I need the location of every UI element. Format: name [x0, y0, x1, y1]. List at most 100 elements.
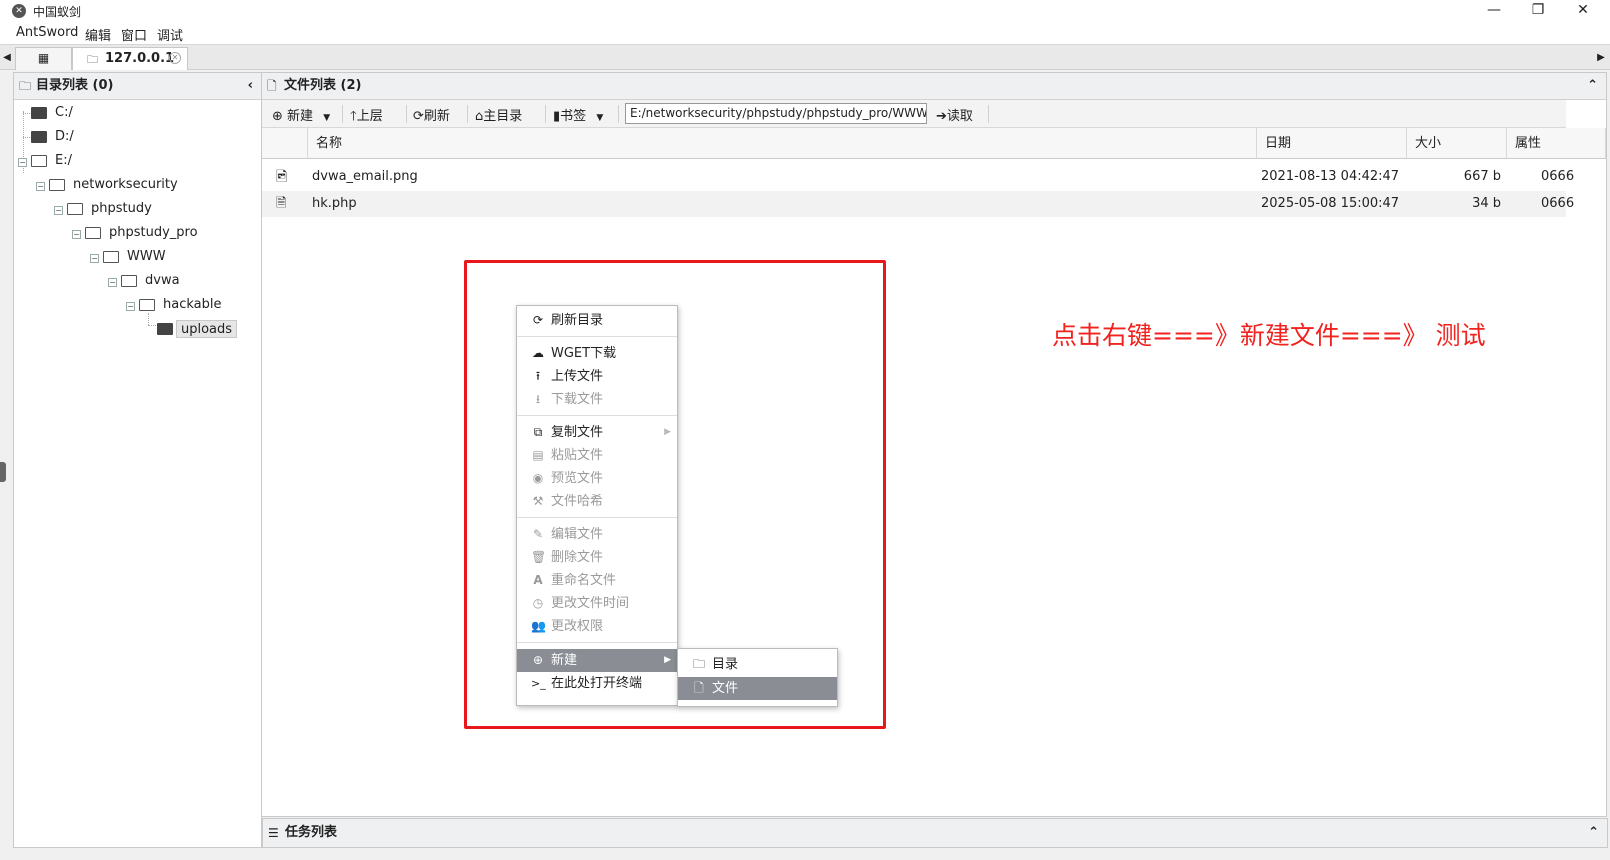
collapse-toggle-icon[interactable]: − — [108, 278, 117, 287]
tree-label: E:/ — [55, 153, 72, 168]
download-icon: ⭳ — [535, 392, 541, 406]
folder-icon — [31, 107, 47, 119]
expand-panel-icon[interactable]: ⌃ — [1588, 819, 1599, 847]
up-button[interactable]: 🡑上层 — [350, 105, 383, 129]
arrow-right-icon: ➔ — [936, 109, 947, 124]
caret-down-icon: ▼ — [596, 113, 604, 123]
menu-item-terminal[interactable]: >_ 在此处打开终端 — [517, 672, 677, 695]
tree-label: dvwa — [145, 273, 180, 288]
tree-label: C:/ — [55, 105, 73, 120]
font-icon: A — [533, 573, 543, 587]
folder-open-icon — [31, 155, 47, 167]
edit-icon: ✎ — [532, 527, 544, 541]
menu-item-modify-time: ◷ 更改文件时间 — [517, 592, 677, 615]
task-panel-title: 任务列表 — [285, 825, 338, 840]
menu-item-upload[interactable]: ⭱ 上传文件 — [517, 365, 677, 388]
collapse-toggle-icon[interactable]: − — [18, 158, 27, 167]
tab-label: 127.0.0.1 — [105, 51, 175, 66]
tree-label: hackable — [163, 297, 222, 312]
window-title: 中国蚁剑 — [33, 5, 82, 19]
tab-close-icon[interactable]: ✕ — [169, 52, 181, 64]
collapse-toggle-icon[interactable]: − — [72, 230, 81, 239]
directory-tree: C:/ D:/ − E:/ − networksecurity − phpstu… — [14, 101, 261, 847]
read-button-label: 读取 — [946, 109, 973, 124]
tab-scroll-left-icon[interactable]: ◀ — [0, 45, 14, 70]
column-header-size[interactable]: 大小 — [1407, 128, 1507, 159]
folder-open-icon — [85, 227, 101, 239]
folder-open-icon — [139, 299, 155, 311]
title-bar: ✕ 中国蚁剑 — ❐ ✕ — [0, 0, 1610, 22]
path-input[interactable]: E:/networksecurity/phpstudy/phpstudy_pro… — [625, 103, 927, 124]
restore-icon[interactable]: ❐ — [1515, 0, 1561, 22]
submenu-item-file[interactable]: 🗋 文件 — [678, 677, 837, 700]
menu-item-refresh[interactable]: ⟳ 刷新目录 — [517, 309, 677, 332]
refresh-button-label: 刷新 — [423, 109, 450, 124]
submenu-arrow-icon: ▶ — [664, 655, 671, 665]
folder-icon — [157, 323, 173, 335]
tab-bar: ◀ ▦ 🗀 127.0.0.1 ✕ ▶ — [0, 44, 1610, 70]
menu-edit[interactable]: 编辑 — [85, 25, 111, 44]
menu-window[interactable]: 窗口 — [121, 25, 147, 44]
tab-home[interactable]: ▦ — [15, 47, 72, 70]
column-header-perm[interactable]: 属性 — [1507, 128, 1606, 159]
new-submenu: 🗀 目录 🗋 文件 — [677, 648, 838, 707]
caret-down-icon: ▼ — [323, 113, 331, 123]
file-name: hk.php — [312, 196, 357, 211]
file-row[interactable]: 🖻 dvwa_email.png 2021-08-13 04:42:47 667… — [262, 164, 1574, 190]
menu-antsword[interactable]: AntSword — [16, 25, 78, 40]
column-header-icon — [262, 128, 308, 159]
tree-label: D:/ — [55, 129, 74, 144]
directory-panel-header: 🗀 目录列表 (0) ‹ — [14, 73, 261, 100]
new-button-label: 新建 — [287, 109, 314, 124]
collapse-panel-icon[interactable]: ⌃ — [1587, 73, 1598, 99]
collapse-toggle-icon[interactable]: − — [126, 302, 135, 311]
directory-panel: 🗀 目录列表 (0) ‹ C:/ D:/ − E:/ − networksecu… — [13, 72, 262, 848]
refresh-button[interactable]: ⟳刷新 — [413, 105, 450, 124]
tab-127-0-0-1[interactable]: 🗀 127.0.0.1 ✕ — [72, 47, 188, 70]
minimize-icon[interactable]: — — [1471, 0, 1517, 22]
tab-scroll-right-icon[interactable]: ▶ — [1594, 45, 1608, 70]
menu-item-permissions: 👥 更改权限 — [517, 615, 677, 638]
column-header-name[interactable]: 名称 — [308, 128, 1257, 159]
file-row[interactable]: 🗎 hk.php 2025-05-08 15:00:47 34 b 0666 — [262, 191, 1574, 217]
folder-open-icon — [67, 203, 83, 215]
refresh-icon: ⟳ — [413, 109, 424, 124]
collapse-panel-icon[interactable]: ‹ — [248, 73, 253, 99]
folder-open-icon — [103, 251, 119, 263]
trash-icon: 🗑 — [531, 550, 547, 564]
menu-item-copy[interactable]: ⧉ 复制文件 ▶ — [517, 421, 677, 444]
folder-open-icon — [121, 275, 137, 287]
arrow-up-icon: 🡑 — [350, 109, 357, 124]
close-icon[interactable]: ✕ — [1560, 0, 1606, 22]
file-perm: 0666 — [1541, 196, 1575, 211]
read-button[interactable]: ➔读取 — [936, 105, 973, 124]
file-size: 667 b — [1463, 169, 1501, 184]
terminal-icon: >_ — [531, 677, 546, 690]
collapse-toggle-icon[interactable]: − — [54, 206, 63, 215]
collapse-toggle-icon[interactable]: − — [36, 182, 45, 191]
menu-item-new[interactable]: ⊕ 新建 ▶ — [517, 649, 677, 672]
tree-label: phpstudy — [91, 201, 152, 216]
folder-icon: 🗀 — [19, 79, 32, 93]
collapse-toggle-icon[interactable]: − — [90, 254, 99, 263]
eye-icon: ◉ — [532, 471, 544, 485]
home-button[interactable]: ⌂主目录 — [475, 105, 522, 124]
submenu-item-directory[interactable]: 🗀 目录 — [678, 653, 837, 676]
tree-label: phpstudy_pro — [109, 225, 198, 240]
new-button[interactable]: ⊕ 新建 ▼ — [272, 105, 330, 124]
users-icon: 👥 — [531, 619, 546, 633]
folder-icon — [31, 131, 47, 143]
menu-debug[interactable]: 调试 — [157, 25, 183, 44]
file-icon: 🗋 — [267, 79, 277, 93]
task-panel[interactable]: ☰ 任务列表 ⌃ — [262, 818, 1608, 848]
menu-item-wget[interactable]: ☁ WGET下载 — [517, 342, 677, 365]
upload-icon: ⭱ — [535, 369, 541, 383]
file-size: 34 b — [1472, 196, 1501, 211]
folder-open-icon — [49, 179, 65, 191]
grid-icon: ▦ — [37, 51, 50, 65]
paste-icon: ▤ — [532, 448, 544, 462]
menu-item-download: ⭳ 下载文件 — [517, 388, 677, 411]
bookmark-button[interactable]: ▮书签 ▼ — [553, 105, 603, 124]
plus-circle-icon: ⊕ — [532, 653, 544, 667]
column-header-date[interactable]: 日期 — [1257, 128, 1407, 159]
